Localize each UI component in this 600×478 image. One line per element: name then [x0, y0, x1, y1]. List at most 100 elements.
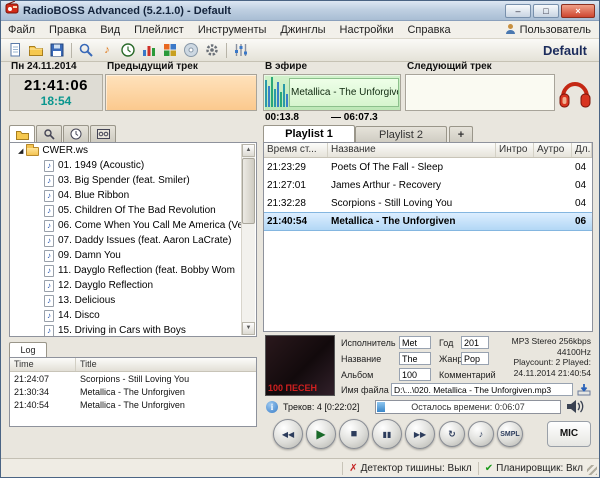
col-intro[interactable]: Интро: [496, 143, 534, 157]
elapsed-time: 00:13.8: [265, 112, 299, 123]
file-browser-tree[interactable]: ◢ CWER.ws ♪01. 1949 (Acoustic) ♪03. Big …: [9, 142, 257, 337]
stop-button[interactable]: ■: [339, 419, 369, 449]
tree-item[interactable]: ♪15. Driving in Cars with Boys: [10, 323, 256, 337]
expander-icon[interactable]: ◢: [18, 147, 23, 155]
tree-item[interactable]: ♪03. Big Spender (feat. Smiler): [10, 173, 256, 188]
playlist-row[interactable]: 21:32:28 Scorpions - Still Loving You 04: [264, 194, 592, 212]
audio-file-icon: ♪: [44, 250, 54, 262]
playlist-row[interactable]: 21:23:29 Poets Of The Fall - Sleep 04: [264, 158, 592, 176]
scheduler-status[interactable]: ✔ Планировщик: Вкл: [485, 463, 583, 474]
report-chart-icon[interactable]: [139, 41, 159, 60]
resize-grip[interactable]: [587, 465, 597, 475]
tree-item[interactable]: ♪06. Come When You Call Me America (Ve: [10, 218, 256, 233]
pause-button[interactable]: ▮▮: [372, 419, 402, 449]
log-row[interactable]: 21:24:07Scorpions - Still Loving You: [10, 372, 256, 385]
audio-file-icon: ♪: [44, 280, 54, 292]
save-icon[interactable]: [47, 41, 67, 60]
tab-search[interactable]: [36, 125, 62, 142]
silence-detector-status[interactable]: ✗ Детектор тишины: Выкл: [349, 463, 472, 474]
scroll-up-icon[interactable]: ▲: [242, 144, 255, 157]
tree-item[interactable]: ♪01. 1949 (Acoustic): [10, 158, 256, 173]
log-row[interactable]: 21:30:34Metallica - The Unforgiven: [10, 385, 256, 398]
col-length[interactable]: Дл...: [572, 143, 592, 157]
log-row[interactable]: 21:40:54Metallica - The Unforgiven: [10, 398, 256, 411]
log-tab[interactable]: Log: [9, 342, 47, 357]
next-track-panel[interactable]: [405, 74, 555, 111]
tab-playlist-2[interactable]: Playlist 2: [355, 126, 447, 143]
volume-speaker-icon[interactable]: [565, 399, 587, 419]
maximize-button[interactable]: □: [533, 4, 559, 18]
menu-view[interactable]: Вид: [93, 23, 127, 37]
tracks-summary: Треков: 4 [0:22:02]: [283, 402, 359, 412]
tree-item[interactable]: ♪04. Blue Ribbon: [10, 188, 256, 203]
play-icon: ▶: [316, 427, 325, 441]
menu-help[interactable]: Справка: [400, 23, 457, 37]
log-col-time[interactable]: Time: [10, 358, 76, 371]
user-menu[interactable]: Пользователь: [505, 23, 599, 37]
tree-item[interactable]: ♪09. Damn You: [10, 248, 256, 263]
scheduler-clock-icon[interactable]: [118, 41, 138, 60]
eq-mixer-icon[interactable]: [231, 41, 251, 60]
row-start: 21:27:01: [264, 180, 328, 191]
track-progress-bar[interactable]: Осталось времени: 0:06:07: [375, 400, 561, 414]
tab-playlist-1[interactable]: Playlist 1: [263, 125, 355, 143]
new-playlist-icon[interactable]: [5, 41, 25, 60]
music-library-icon[interactable]: ♪: [97, 41, 117, 60]
log-col-title[interactable]: Title: [76, 358, 256, 371]
previous-track-panel[interactable]: [105, 74, 257, 111]
tree-item[interactable]: ♪13. Delicious: [10, 293, 256, 308]
profile-label: Default: [543, 43, 595, 58]
tree-root-row[interactable]: ◢ CWER.ws: [10, 143, 256, 158]
play-button[interactable]: ▶: [306, 419, 336, 449]
jingle-button[interactable]: ♪: [468, 421, 494, 447]
scrollbar-thumb[interactable]: [242, 158, 255, 224]
sampler-button[interactable]: SMPL: [497, 421, 523, 447]
tree-item[interactable]: ♪11. Dayglo Reflection (feat. Bobby Wom: [10, 263, 256, 278]
menu-playlist[interactable]: Плейлист: [127, 23, 191, 37]
tree-item[interactable]: ♪07. Daddy Issues (feat. Aaron LaCrate): [10, 233, 256, 248]
log-header: Time Title: [10, 358, 256, 372]
repeat-button[interactable]: ↻: [439, 421, 465, 447]
playlist-row[interactable]: 21:27:01 James Arthur - Recovery 04: [264, 176, 592, 194]
col-outro[interactable]: Аутро: [534, 143, 572, 157]
row-length: 06: [572, 216, 592, 227]
tree-scrollbar[interactable]: ▲ ▼: [241, 144, 255, 335]
cd-icon[interactable]: [181, 41, 201, 60]
menu-jingles[interactable]: Джинглы: [273, 23, 332, 37]
tree-item[interactable]: ♪05. Children Of The Bad Revolution: [10, 203, 256, 218]
tab-cartwall[interactable]: [90, 125, 116, 142]
log-title: Metallica - The Unforgiven: [76, 387, 256, 397]
col-start-time[interactable]: Время ст...: [264, 143, 328, 157]
audio-file-icon: ♪: [44, 235, 54, 247]
headphones-icon[interactable]: [557, 73, 593, 116]
settings-gear-icon[interactable]: [202, 41, 222, 60]
menu-edit[interactable]: Правка: [42, 23, 93, 37]
artist-label: Исполнитель: [341, 338, 396, 348]
add-playlist-tab[interactable]: +: [449, 126, 473, 143]
close-button[interactable]: ×: [561, 4, 595, 18]
tree-item[interactable]: ♪14. Disco: [10, 308, 256, 323]
on-air-panel[interactable]: Metallica - The Unforgiven: [263, 74, 401, 111]
menu-settings[interactable]: Настройки: [333, 23, 401, 37]
scroll-down-icon[interactable]: ▼: [242, 322, 255, 335]
row-length: 04: [572, 180, 592, 191]
menu-tools[interactable]: Инструменты: [191, 23, 274, 37]
info-icon[interactable]: i: [266, 401, 278, 413]
app-icon: [5, 1, 19, 20]
title-bar[interactable]: RadioBOSS Advanced (5.2.1.0) - Default –…: [1, 1, 599, 21]
tab-history[interactable]: [63, 125, 89, 142]
cart-wall-icon[interactable]: [160, 41, 180, 60]
playlist-row-selected[interactable]: 21:40:54 Metallica - The Unforgiven 06: [264, 212, 592, 231]
tree-item[interactable]: ♪12. Dayglo Reflection: [10, 278, 256, 293]
search-icon[interactable]: [76, 41, 96, 60]
previous-button[interactable]: ◀◀: [273, 419, 303, 449]
next-button[interactable]: ▶▶: [405, 419, 435, 449]
album-art: 100 ПЕСЕН: [265, 335, 335, 396]
open-folder-icon[interactable]: [26, 41, 46, 60]
mic-button[interactable]: MIC: [547, 421, 591, 447]
minimize-button[interactable]: –: [505, 4, 531, 18]
menu-file[interactable]: Файл: [1, 23, 42, 37]
tab-folders[interactable]: [9, 125, 35, 143]
log-time: 21:30:34: [10, 387, 76, 397]
col-title[interactable]: Название: [328, 143, 496, 157]
